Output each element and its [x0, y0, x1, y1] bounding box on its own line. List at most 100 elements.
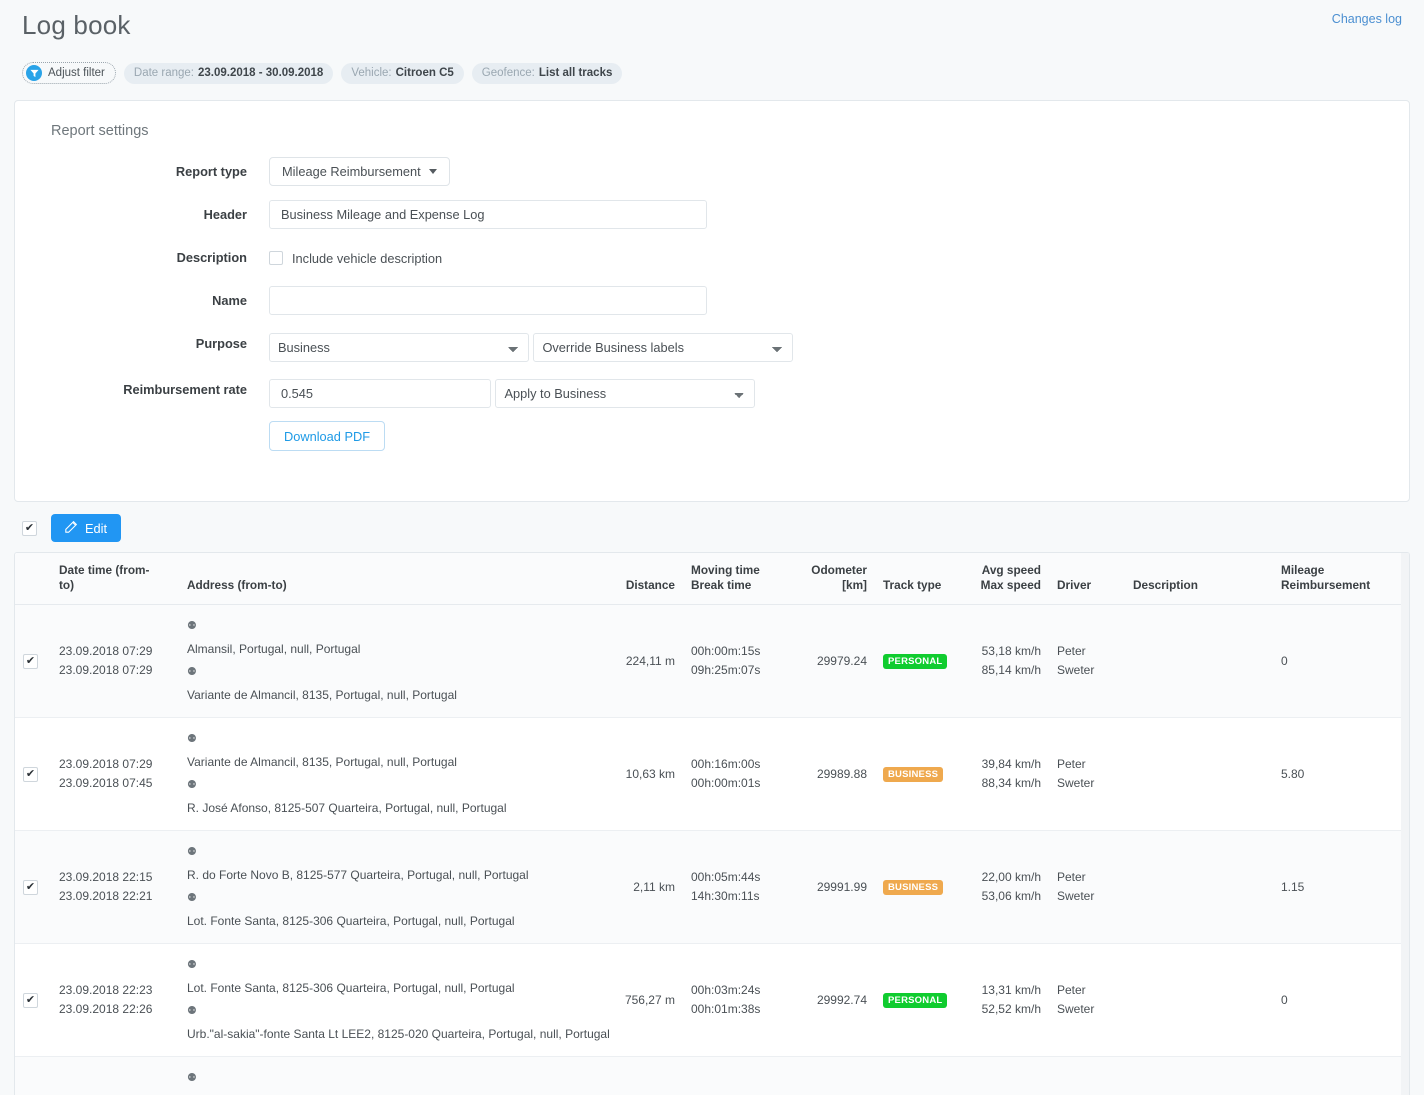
download-pdf-button[interactable]: Download PDF	[269, 421, 386, 451]
address-from: ⚉ Lot. Fonte Santa, 8125-306 Quarteira, P…	[187, 954, 607, 1000]
col-address[interactable]: Address (from-to)	[179, 553, 615, 605]
row-checkbox[interactable]	[23, 654, 38, 669]
edit-button[interactable]: Edit	[51, 514, 122, 542]
select-all-checkbox[interactable]	[22, 520, 37, 536]
map-pin-icon: ⚉	[187, 733, 197, 745]
driver-first-name: Peter	[1057, 870, 1086, 884]
override-labels-select[interactable]: Override Business labels	[533, 333, 794, 362]
row-select-cell	[15, 604, 51, 718]
row-date-time: 23.09.2018 07:29 23.09.2018 07:45	[51, 717, 179, 831]
filter-bar: Adjust filter Date range: 23.09.2018 - 3…	[0, 58, 1424, 88]
form-row-name: Name	[37, 286, 1387, 316]
page-title: Log book	[22, 10, 131, 40]
col-select	[15, 553, 51, 605]
col-distance[interactable]: Distance	[615, 553, 683, 605]
row-speed: 23,98 km/h51,34 km/h	[967, 1056, 1049, 1095]
break-time: 00h:01m:38s	[691, 1002, 761, 1016]
row-description	[1125, 717, 1273, 831]
table-row[interactable]: 23.09.2018 23:1323.09.2018 23:24 ⚉Urb."al…	[15, 1056, 1409, 1095]
filter-pill-geofence[interactable]: Geofence: List all tracks	[471, 62, 623, 84]
include-vehicle-description-label: Include vehicle description	[292, 250, 443, 266]
row-speed: 39,84 km/h 88,34 km/h	[967, 717, 1049, 831]
filter-pill-vehicle[interactable]: Vehicle: Citroen C5	[341, 62, 464, 84]
report-type-dropdown[interactable]: Mileage Reimbursement	[269, 157, 450, 186]
track-type-badge: PERSONAL	[883, 654, 948, 669]
row-driver: Peter Sweter	[1049, 604, 1125, 718]
row-date-time: 23.09.2018 07:29 23.09.2018 07:29	[51, 604, 179, 718]
row-distance: 4,57 km	[615, 1056, 683, 1095]
header-label: Header	[203, 207, 247, 222]
include-vehicle-description-checkbox[interactable]	[269, 251, 283, 265]
row-speed: 53,18 km/h 85,14 km/h	[967, 604, 1049, 718]
driver-first-name: Peter	[1057, 757, 1086, 771]
row-checkbox[interactable]	[23, 880, 38, 895]
row-distance: 224,11 m	[615, 604, 683, 718]
adjust-filter-button[interactable]: Adjust filter	[22, 62, 116, 84]
driver-first-name: Peter	[1057, 983, 1086, 997]
driver-last-name: Sweter	[1057, 1002, 1095, 1016]
row-checkbox[interactable]	[23, 993, 38, 1008]
tracks-table-container: Date time (from- to) Address (from-to) D…	[14, 552, 1410, 1095]
row-select-cell	[15, 1056, 51, 1095]
reimbursement-rate-input[interactable]	[269, 379, 491, 408]
driver-first-name: Peter	[1057, 644, 1086, 658]
page-header: Log book Changes log	[0, 0, 1424, 52]
col-track-type[interactable]: Track type	[875, 553, 967, 605]
changes-log-link[interactable]: Changes log	[1332, 12, 1402, 26]
avg-speed: 39,84 km/h	[981, 757, 1041, 771]
table-vertical-scrollbar[interactable]	[1401, 553, 1409, 1095]
row-odometer: 29979.24	[783, 604, 875, 718]
table-row[interactable]: 23.09.2018 07:29 23.09.2018 07:29 ⚉Almansi…	[15, 604, 1409, 718]
col-mileage-reimbursement[interactable]: Mileage Reimbursement	[1273, 553, 1409, 605]
form-row-download: Download PDF	[37, 421, 1387, 451]
filter-pill-label: Vehicle:	[351, 67, 392, 79]
driver-last-name: Sweter	[1057, 663, 1095, 677]
purpose-select[interactable]: Business	[269, 333, 529, 362]
map-pin-icon: ⚉	[187, 779, 197, 791]
table-row[interactable]: 23.09.2018 07:29 23.09.2018 07:45 ⚉Variant…	[15, 717, 1409, 831]
report-type-value: Mileage Reimbursement	[282, 164, 421, 179]
col-driver[interactable]: Driver	[1049, 553, 1125, 605]
row-select-cell	[15, 943, 51, 1057]
map-pin-icon: ⚉	[187, 892, 197, 904]
row-description	[1125, 1056, 1273, 1095]
col-date-time[interactable]: Date time (from- to)	[51, 553, 179, 605]
date-from: 23.09.2018 07:29	[59, 757, 153, 771]
date-from: 23.09.2018 07:29	[59, 644, 153, 658]
address-from: ⚉ R. do Forte Novo B, 8125-577 Quarteira,…	[187, 841, 607, 887]
row-date-time: 23.09.2018 22:23 23.09.2018 22:26	[51, 943, 179, 1057]
col-moving-break-time[interactable]: Moving time Break time	[683, 553, 783, 605]
row-checkbox[interactable]	[23, 767, 38, 782]
date-to: 23.09.2018 07:29	[59, 663, 153, 677]
filter-pill-label: Geofence:	[481, 67, 535, 79]
form-row-purpose: Purpose Business Override Business label…	[37, 329, 1387, 362]
max-speed: 88,34 km/h	[981, 776, 1041, 790]
col-speed[interactable]: Avg speed Max speed	[967, 553, 1049, 605]
break-time: 14h:30m:11s	[691, 889, 760, 903]
date-to: 23.09.2018 22:26	[59, 1002, 153, 1016]
header-input[interactable]	[269, 200, 707, 229]
filter-pill-date-range[interactable]: Date range: 23.09.2018 - 30.09.2018	[123, 62, 334, 84]
table-toolbar: Edit	[0, 502, 1424, 552]
report-settings-card: Report settings Report type Mileage Reim…	[14, 100, 1410, 502]
description-label: Description	[176, 250, 247, 265]
row-distance: 756,27 m	[615, 943, 683, 1057]
row-description	[1125, 830, 1273, 944]
max-speed: 85,14 km/h	[981, 663, 1041, 677]
row-odometer: 29989.88	[783, 717, 875, 831]
row-odometer: 29991.99	[783, 830, 875, 944]
col-odometer[interactable]: Odometer [km]	[783, 553, 875, 605]
form-row-description: Description Include vehicle description	[37, 243, 1387, 273]
col-description[interactable]: Description	[1125, 553, 1273, 605]
filter-pill-value: Citroen C5	[395, 67, 454, 79]
row-mileage-reimbursement: 0	[1273, 943, 1409, 1057]
row-speed: 22,00 km/h 53,06 km/h	[967, 830, 1049, 944]
row-select-cell	[15, 717, 51, 831]
tracks-table: Date time (from- to) Address (from-to) D…	[15, 553, 1409, 1095]
filter-pill-value: List all tracks	[538, 67, 613, 79]
table-row[interactable]: 23.09.2018 22:15 23.09.2018 22:21 ⚉R. do F…	[15, 830, 1409, 944]
name-input[interactable]	[269, 286, 707, 315]
apply-to-select[interactable]: Apply to Business	[495, 379, 756, 408]
table-row[interactable]: 23.09.2018 22:23 23.09.2018 22:26 ⚉Lot. Fo…	[15, 943, 1409, 1057]
filter-pill-value: 23.09.2018 - 30.09.2018	[198, 67, 324, 79]
